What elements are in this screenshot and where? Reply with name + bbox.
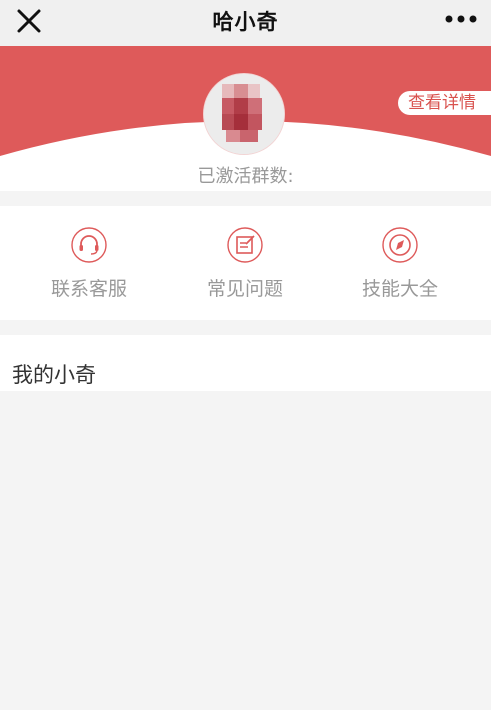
skills-label: 技能大全 — [361, 278, 438, 300]
skills-link[interactable]: 技能大全 — [340, 226, 460, 306]
view-details-button[interactable]: 查看详情 — [398, 91, 491, 115]
page-title: 哈小奇 — [212, 10, 279, 34]
contact-support-link[interactable]: 联系客服 — [29, 226, 149, 306]
activated-groups-label: 已激活群数: — [197, 166, 294, 187]
edit-note-icon — [227, 227, 263, 263]
contact-support-label: 联系客服 — [50, 278, 127, 300]
faq-link[interactable]: 常见问题 — [185, 226, 305, 306]
more-dots-icon[interactable] — [445, 14, 477, 24]
avatar — [204, 74, 284, 154]
my-xiaoqi-section: 我的小奇 — [0, 335, 491, 391]
section-title: 我的小奇 — [12, 363, 96, 387]
headset-icon — [71, 227, 107, 263]
compass-icon — [382, 227, 418, 263]
profile-hero: 查看详情 已激活群数: — [0, 46, 491, 191]
quick-links: 联系客服 常见问题 技能大全 — [0, 206, 491, 320]
top-bar: 哈小奇 — [0, 0, 491, 46]
avatar-image — [204, 74, 284, 154]
faq-label: 常见问题 — [206, 278, 283, 300]
